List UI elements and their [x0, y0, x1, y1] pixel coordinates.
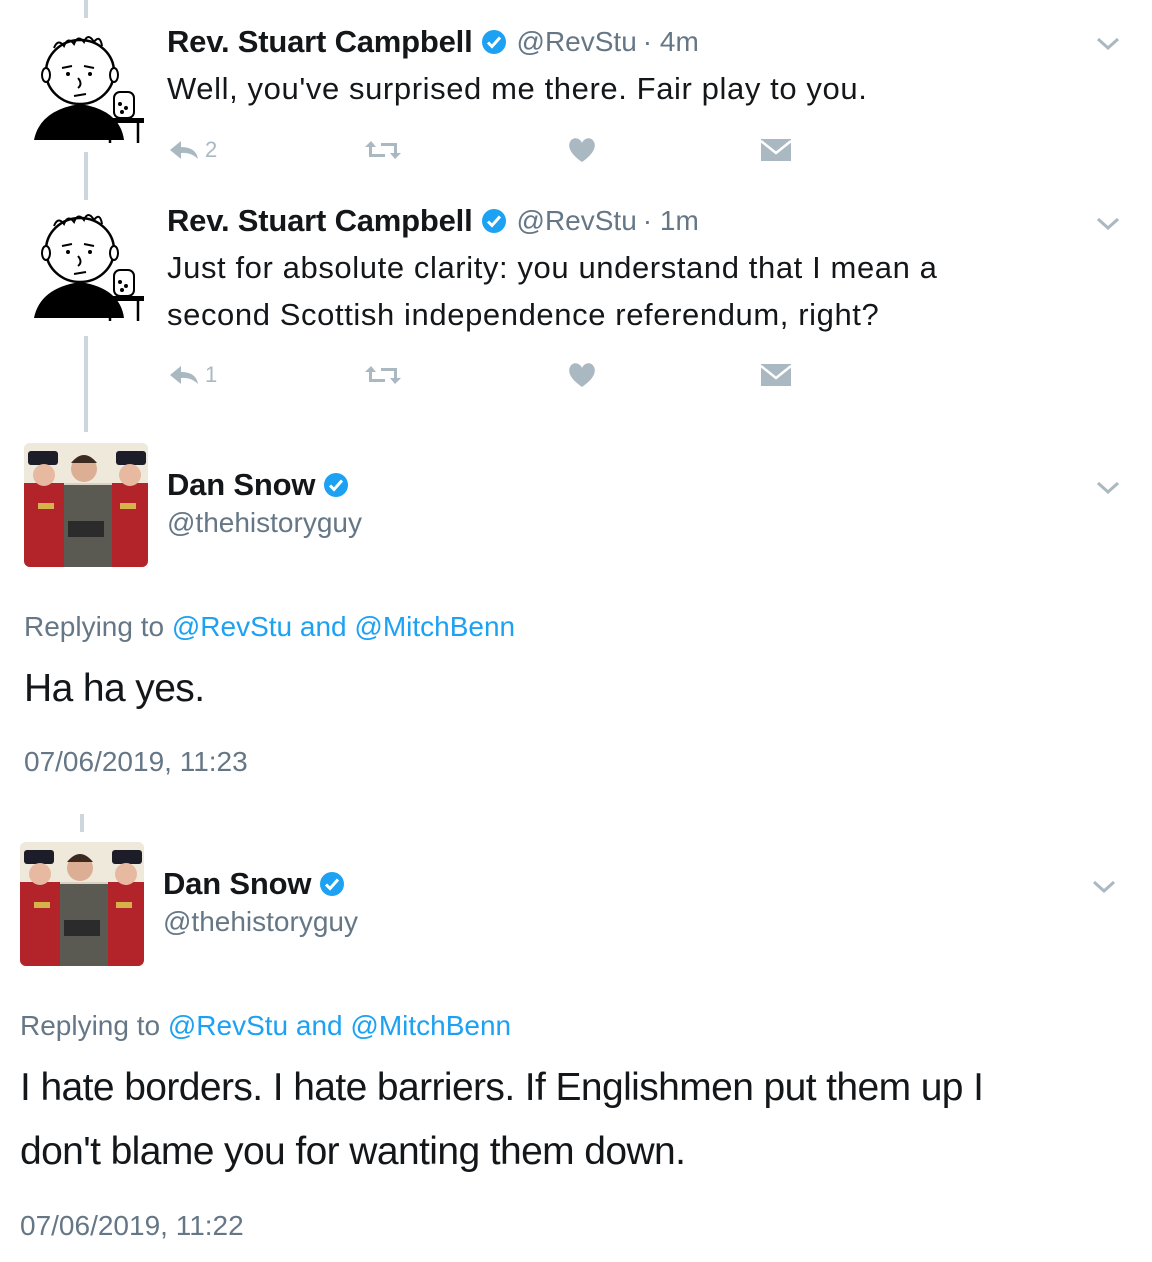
thread-line-3 [80, 814, 84, 832]
timestamp[interactable]: 07/06/2019, 11:22 [20, 1210, 244, 1242]
retweet-button[interactable] [363, 130, 403, 170]
chevron-down-icon[interactable] [1094, 34, 1122, 54]
direct-message-button[interactable] [759, 355, 793, 395]
action-bar: 1 [167, 355, 807, 395]
like-button[interactable] [567, 130, 597, 170]
chevron-down-icon[interactable] [1094, 478, 1122, 498]
mention-and: and [295, 1010, 343, 1041]
mention-and: and [299, 611, 347, 642]
tweet-time[interactable]: · 1m [643, 205, 699, 237]
verified-badge-icon [481, 208, 507, 234]
chevron-down-icon[interactable] [1090, 877, 1118, 897]
retweet-button[interactable] [363, 355, 403, 395]
display-name[interactable]: Dan Snow [163, 866, 311, 902]
like-icon [567, 361, 597, 389]
handle[interactable]: @thehistoryguy [163, 906, 358, 938]
display-name[interactable]: Dan Snow [167, 467, 315, 503]
thread-line-1 [84, 152, 88, 200]
replying-to: Replying to @RevStu and @MitchBenn [20, 1010, 511, 1042]
handle[interactable]: @RevStu [517, 205, 637, 237]
thread-line-top [84, 0, 88, 18]
display-name[interactable]: Rev. Stuart Campbell [167, 203, 473, 239]
tweet-text-line-2: second Scottish independence referendum,… [167, 297, 880, 332]
replying-prefix: Replying to [20, 1010, 161, 1041]
tweet-text: Well, you've surprised me there. Fair pl… [167, 71, 868, 106]
thread-line-2 [84, 336, 88, 432]
tweet-time[interactable]: · 4m [643, 26, 699, 58]
reply-button[interactable]: 1 [167, 355, 217, 395]
avatar[interactable] [18, 198, 148, 328]
retweet-icon [363, 362, 403, 388]
reply-icon [167, 138, 201, 162]
tweet-text: Ha ha yes. [24, 667, 205, 710]
handle[interactable]: @thehistoryguy [167, 507, 362, 539]
handle[interactable]: @RevStu [517, 26, 637, 58]
verified-badge-icon [319, 871, 345, 897]
retweet-icon [363, 137, 403, 163]
avatar[interactable] [24, 443, 148, 567]
tweet-text-line-1: Just for absolute clarity: you understan… [167, 250, 938, 285]
avatar[interactable] [20, 842, 144, 966]
mention-link[interactable]: @RevStu [168, 1010, 288, 1041]
mention-link[interactable]: @MitchBenn [350, 1010, 511, 1041]
avatar[interactable] [18, 20, 148, 150]
replying-to: Replying to @RevStu and @MitchBenn [24, 611, 515, 643]
reply-button[interactable]: 2 [167, 130, 217, 170]
tweet-text-line-1: I hate borders. I hate barriers. If Engl… [20, 1066, 984, 1109]
direct-message-icon [759, 362, 793, 388]
verified-badge-icon [481, 29, 507, 55]
reply-count: 2 [205, 137, 218, 162]
action-bar: 2 [167, 130, 807, 170]
replying-prefix: Replying to [24, 611, 165, 642]
reply-icon [167, 363, 201, 387]
direct-message-button[interactable] [759, 130, 793, 170]
tweet-text-line-2: don't blame you for wanting them down. [20, 1130, 686, 1173]
like-button[interactable] [567, 355, 597, 395]
timestamp[interactable]: 07/06/2019, 11:23 [24, 746, 248, 778]
reply-count: 1 [205, 362, 218, 387]
verified-badge-icon [323, 472, 349, 498]
mention-link[interactable]: @MitchBenn [354, 611, 515, 642]
direct-message-icon [759, 137, 793, 163]
like-icon [567, 136, 597, 164]
chevron-down-icon[interactable] [1094, 214, 1122, 234]
mention-link[interactable]: @RevStu [172, 611, 292, 642]
display-name[interactable]: Rev. Stuart Campbell [167, 24, 473, 60]
